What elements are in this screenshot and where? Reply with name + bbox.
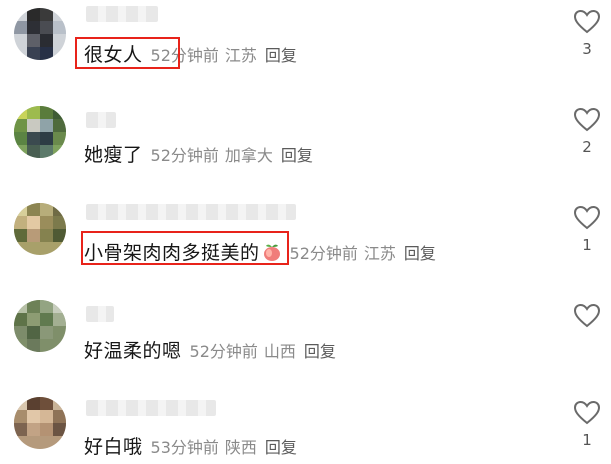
avatar[interactable] xyxy=(14,203,66,255)
comment-item: 好白哦 53分钟前 陕西 回复 1 xyxy=(0,394,611,464)
comment-meta: 52分钟前 加拿大 xyxy=(151,142,279,166)
comment-meta: 53分钟前 陕西 xyxy=(151,434,263,458)
comment-item: 好温柔的嗯 52分钟前 山西 回复 xyxy=(0,298,611,368)
heart-icon xyxy=(574,206,600,230)
reply-button[interactable]: 回复 xyxy=(304,338,336,362)
comment-time: 52分钟前 xyxy=(289,243,358,263)
heart-icon xyxy=(574,108,600,132)
like-button[interactable]: 2 xyxy=(570,108,604,156)
comment-location: 江苏 xyxy=(363,243,396,263)
like-button[interactable] xyxy=(570,304,604,334)
comment-meta: 52分钟前 山西 xyxy=(190,338,302,362)
like-count: 1 xyxy=(582,236,592,254)
comment-time: 52分钟前 xyxy=(150,145,219,165)
heart-icon xyxy=(574,304,600,328)
like-count: 2 xyxy=(582,138,592,156)
comment-text: 好温柔的嗯 xyxy=(84,340,182,362)
avatar[interactable] xyxy=(14,300,66,352)
comment-location: 山西 xyxy=(263,341,296,361)
comment-item: 小骨架肉肉多挺美的 52分钟前 江苏 回复 1 xyxy=(0,200,611,270)
highlight-box xyxy=(81,231,289,265)
comment-time: 52分钟前 xyxy=(189,341,258,361)
like-button[interactable]: 1 xyxy=(570,206,604,254)
comment-location: 江苏 xyxy=(224,45,257,65)
username-blurred[interactable] xyxy=(86,112,116,128)
reply-button[interactable]: 回复 xyxy=(265,434,297,458)
comment-location: 加拿大 xyxy=(224,145,273,165)
avatar[interactable] xyxy=(14,106,66,158)
heart-icon xyxy=(574,401,600,425)
comment-meta: 52分钟前 江苏 xyxy=(290,240,402,264)
comment-text: 她瘦了 xyxy=(84,144,143,166)
reply-button[interactable]: 回复 xyxy=(404,240,436,264)
username-blurred[interactable] xyxy=(86,400,216,416)
reply-button[interactable]: 回复 xyxy=(265,42,297,66)
avatar[interactable] xyxy=(14,8,66,60)
highlight-box xyxy=(75,37,180,69)
comment-text: 好白哦 xyxy=(84,436,143,458)
comment-time: 53分钟前 xyxy=(150,437,219,457)
like-button[interactable]: 3 xyxy=(570,10,604,58)
username-blurred[interactable] xyxy=(86,306,114,322)
like-button[interactable]: 1 xyxy=(570,401,604,449)
username-blurred[interactable] xyxy=(86,6,158,22)
like-count: 1 xyxy=(582,431,592,449)
avatar[interactable] xyxy=(14,397,66,449)
comment-location: 陕西 xyxy=(224,437,257,457)
comment-item: 很女人 52分钟前 江苏 回复 3 xyxy=(0,0,611,70)
like-count: 3 xyxy=(582,40,592,58)
username-blurred[interactable] xyxy=(86,204,296,220)
comment-item: 她瘦了 52分钟前 加拿大 回复 2 xyxy=(0,100,611,170)
heart-icon xyxy=(574,10,600,34)
reply-button[interactable]: 回复 xyxy=(281,142,313,166)
